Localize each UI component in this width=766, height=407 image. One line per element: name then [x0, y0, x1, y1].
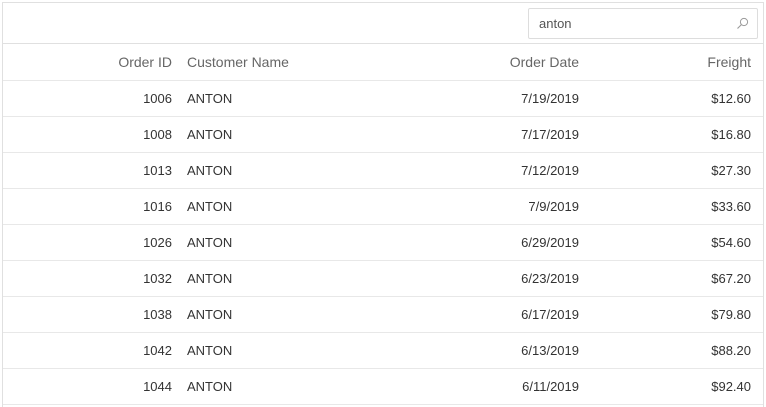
cell-customer-name: ANTON — [187, 343, 233, 358]
cell-order-date: 7/12/2019 — [521, 163, 579, 178]
table-row[interactable]: 1026 ANTON 6/29/2019 $54.60 — [3, 225, 763, 261]
table-row[interactable]: 1008 ANTON 7/17/2019 $16.80 — [3, 117, 763, 153]
cell-freight: $12.60 — [711, 91, 751, 106]
search-box[interactable] — [528, 8, 758, 39]
cell-customer-name: ANTON — [187, 199, 233, 214]
column-header-row: Order ID Customer Name Order Date Freigh… — [3, 44, 763, 81]
table-row[interactable]: 1042 ANTON 6/13/2019 $88.20 — [3, 333, 763, 369]
cell-customer-name: ANTON — [187, 127, 233, 142]
cell-order-date: 6/23/2019 — [521, 271, 579, 286]
column-header-order-date[interactable]: Order Date — [379, 54, 587, 70]
grid-toolbar — [3, 3, 763, 44]
cell-freight: $92.40 — [711, 379, 751, 394]
cell-customer-name: ANTON — [187, 163, 233, 178]
table-row[interactable]: 1016 ANTON 7/9/2019 $33.60 — [3, 189, 763, 225]
cell-order-date: 6/29/2019 — [521, 235, 579, 250]
column-header-customer-name[interactable]: Customer Name — [179, 54, 379, 70]
cell-freight: $54.60 — [711, 235, 751, 250]
cell-freight: $79.80 — [711, 307, 751, 322]
table-row[interactable]: 1013 ANTON 7/12/2019 $27.30 — [3, 153, 763, 189]
cell-order-id: 1038 — [143, 307, 172, 322]
cell-order-date: 6/17/2019 — [521, 307, 579, 322]
cell-order-id: 1006 — [143, 91, 172, 106]
cell-freight: $33.60 — [711, 199, 751, 214]
table-row[interactable]: 1038 ANTON 6/17/2019 $79.80 — [3, 297, 763, 333]
cell-order-date: 7/9/2019 — [528, 199, 579, 214]
table-row[interactable]: 1006 ANTON 7/19/2019 $12.60 — [3, 81, 763, 117]
cell-order-id: 1016 — [143, 199, 172, 214]
grid-body: 1006 ANTON 7/19/2019 $12.60 1008 ANTON 7… — [3, 81, 763, 405]
cell-freight: $27.30 — [711, 163, 751, 178]
cell-order-id: 1032 — [143, 271, 172, 286]
cell-order-id: 1013 — [143, 163, 172, 178]
table-row[interactable]: 1044 ANTON 6/11/2019 $92.40 — [3, 369, 763, 405]
cell-customer-name: ANTON — [187, 235, 233, 250]
cell-order-id: 1026 — [143, 235, 172, 250]
cell-order-date: 7/17/2019 — [521, 127, 579, 142]
cell-order-date: 6/11/2019 — [522, 379, 579, 394]
cell-freight: $67.20 — [711, 271, 751, 286]
cell-customer-name: ANTON — [187, 307, 233, 322]
cell-order-id: 1042 — [143, 343, 172, 358]
cell-customer-name: ANTON — [187, 379, 233, 394]
cell-order-date: 6/13/2019 — [521, 343, 579, 358]
cell-customer-name: ANTON — [187, 271, 233, 286]
cell-freight: $16.80 — [711, 127, 751, 142]
table-row[interactable]: 1032 ANTON 6/23/2019 $67.20 — [3, 261, 763, 297]
column-header-freight[interactable]: Freight — [587, 54, 763, 70]
search-input[interactable] — [529, 9, 729, 38]
cell-order-id: 1044 — [143, 379, 172, 394]
cell-order-id: 1008 — [143, 127, 172, 142]
cell-customer-name: ANTON — [187, 91, 233, 106]
search-icon[interactable] — [736, 17, 749, 30]
orders-grid: Order ID Customer Name Order Date Freigh… — [2, 2, 764, 407]
cell-freight: $88.20 — [711, 343, 751, 358]
column-header-order-id[interactable]: Order ID — [3, 54, 179, 70]
cell-order-date: 7/19/2019 — [521, 91, 579, 106]
